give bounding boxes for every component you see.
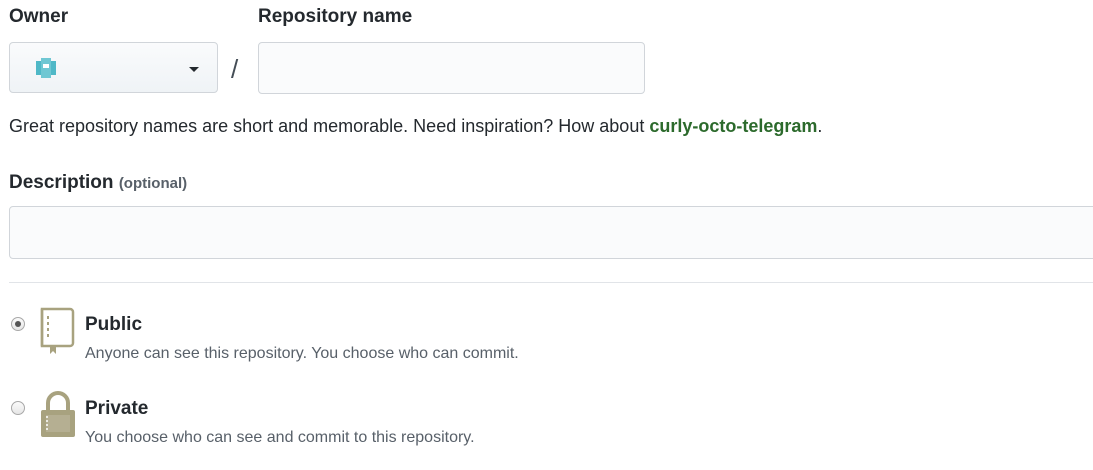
section-divider [9,282,1093,283]
repo-name-hint: Great repository names are short and mem… [9,116,822,137]
lock-icon [41,391,75,437]
public-radio[interactable] [11,317,25,331]
owner-dropdown[interactable] [9,42,218,93]
private-option-description: You choose who can see and commit to thi… [85,429,475,446]
description-label: Description (optional) [9,172,187,194]
hint-text-end: . [817,116,823,136]
hint-text: Great repository names are short and mem… [9,116,650,136]
private-option-title: Private [85,398,149,419]
description-input[interactable] [9,206,1093,259]
private-radio[interactable] [11,401,25,415]
owner-repo-separator: / [231,54,239,84]
public-option-title: Public [85,314,143,335]
owner-avatar-icon [36,58,56,78]
description-label-text: Description [9,172,114,193]
public-option-description: Anyone can see this repository. You choo… [85,345,519,362]
owner-label: Owner [9,6,69,27]
repository-name-label: Repository name [258,6,413,27]
repository-name-input[interactable] [258,42,645,94]
optional-tag: (optional) [118,175,188,192]
suggested-name: curly-octo-telegram [649,116,818,136]
repo-book-icon [40,307,75,354]
chevron-down-icon [189,67,199,72]
